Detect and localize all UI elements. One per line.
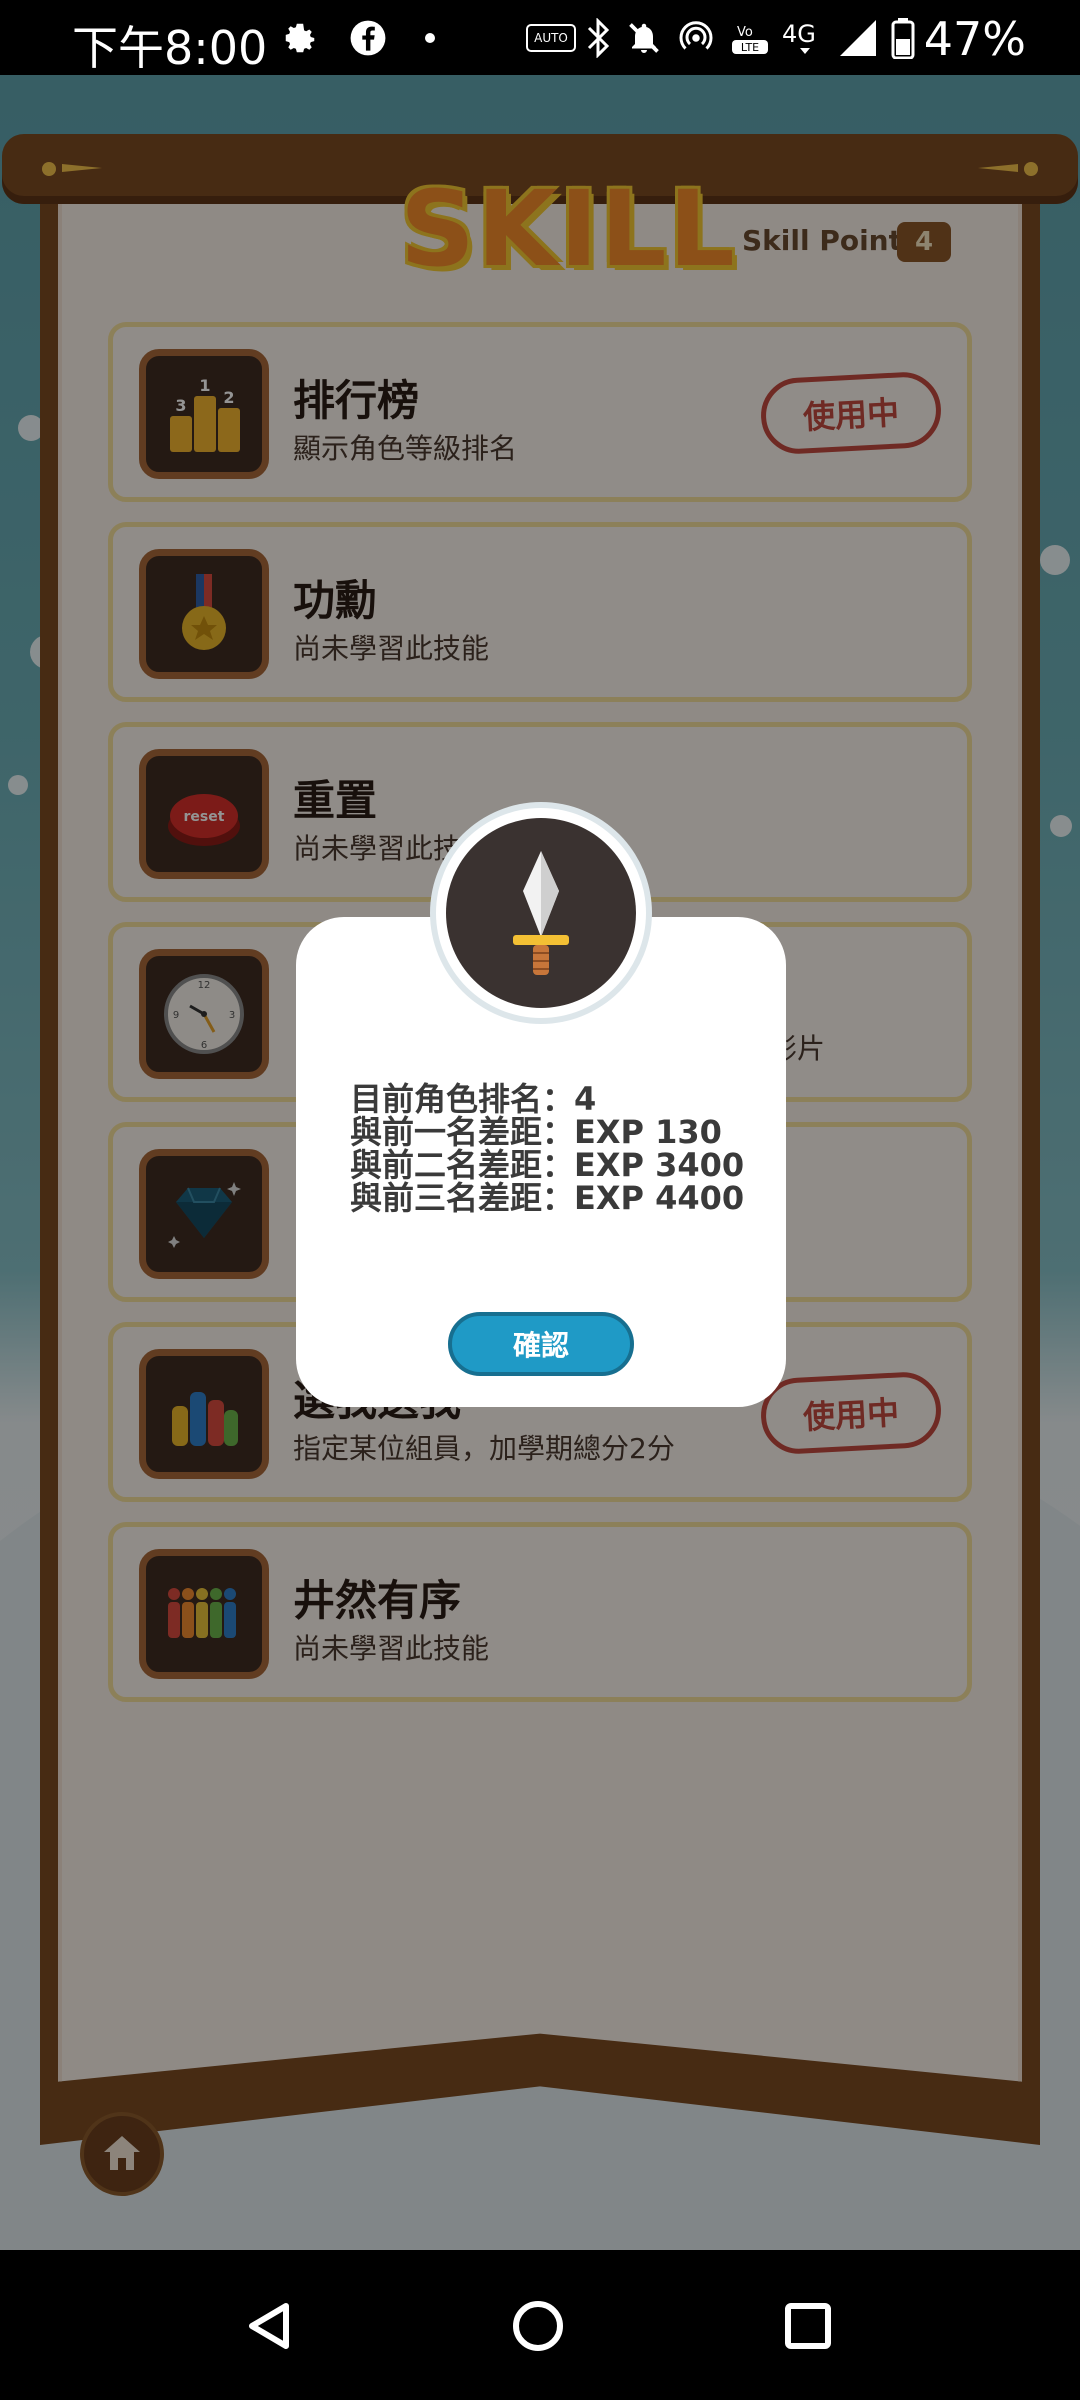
- signal-icon: [838, 18, 878, 58]
- dialog-icon-ring: [436, 808, 646, 1018]
- confirm-button[interactable]: 確認: [448, 1312, 634, 1376]
- svg-text:LTE: LTE: [741, 41, 759, 54]
- auto-hz-icon: AUTO: [526, 18, 576, 58]
- back-button[interactable]: [238, 2294, 302, 2358]
- battery-percent: 47%: [923, 12, 1026, 66]
- rank-line: 與前二名差距：EXP 3400: [350, 1146, 745, 1184]
- home-nav-button[interactable]: [506, 2294, 570, 2358]
- rank-info: 目前角色排名：4 與前一名差距：EXP 130 與前二名差距：EXP 3400 …: [350, 1083, 744, 1215]
- bluetooth-icon: [584, 18, 614, 58]
- recents-icon: [785, 2303, 831, 2349]
- dot-icon: [420, 18, 440, 58]
- status-time: 下午8:00: [72, 21, 268, 75]
- back-icon: [249, 2303, 289, 2349]
- recents-button[interactable]: [776, 2294, 840, 2358]
- mute-icon: [624, 18, 664, 58]
- facebook-icon: [348, 18, 388, 58]
- volte-icon: Vo LTE: [728, 18, 772, 58]
- hotspot-icon: [676, 18, 716, 58]
- rank-line: 目前角色排名：4: [350, 1080, 597, 1118]
- svg-text:4G: 4G: [782, 20, 816, 48]
- sword-icon: [446, 818, 636, 1008]
- system-nav-bar: [0, 2250, 1080, 2400]
- gear-icon: [280, 18, 320, 58]
- battery-icon: [888, 18, 918, 59]
- status-bar: 下午8:00 AUTO Vo LTE 4G 47%: [0, 0, 1080, 75]
- 4g-icon: 4G: [780, 18, 834, 58]
- svg-text:AUTO: AUTO: [534, 31, 568, 45]
- home-circle-icon: [513, 2301, 563, 2351]
- rank-line: 與前三名差距：EXP 4400: [350, 1179, 745, 1217]
- rank-line: 與前一名差距：EXP 130: [350, 1113, 722, 1151]
- svg-text:Vo: Vo: [737, 25, 753, 40]
